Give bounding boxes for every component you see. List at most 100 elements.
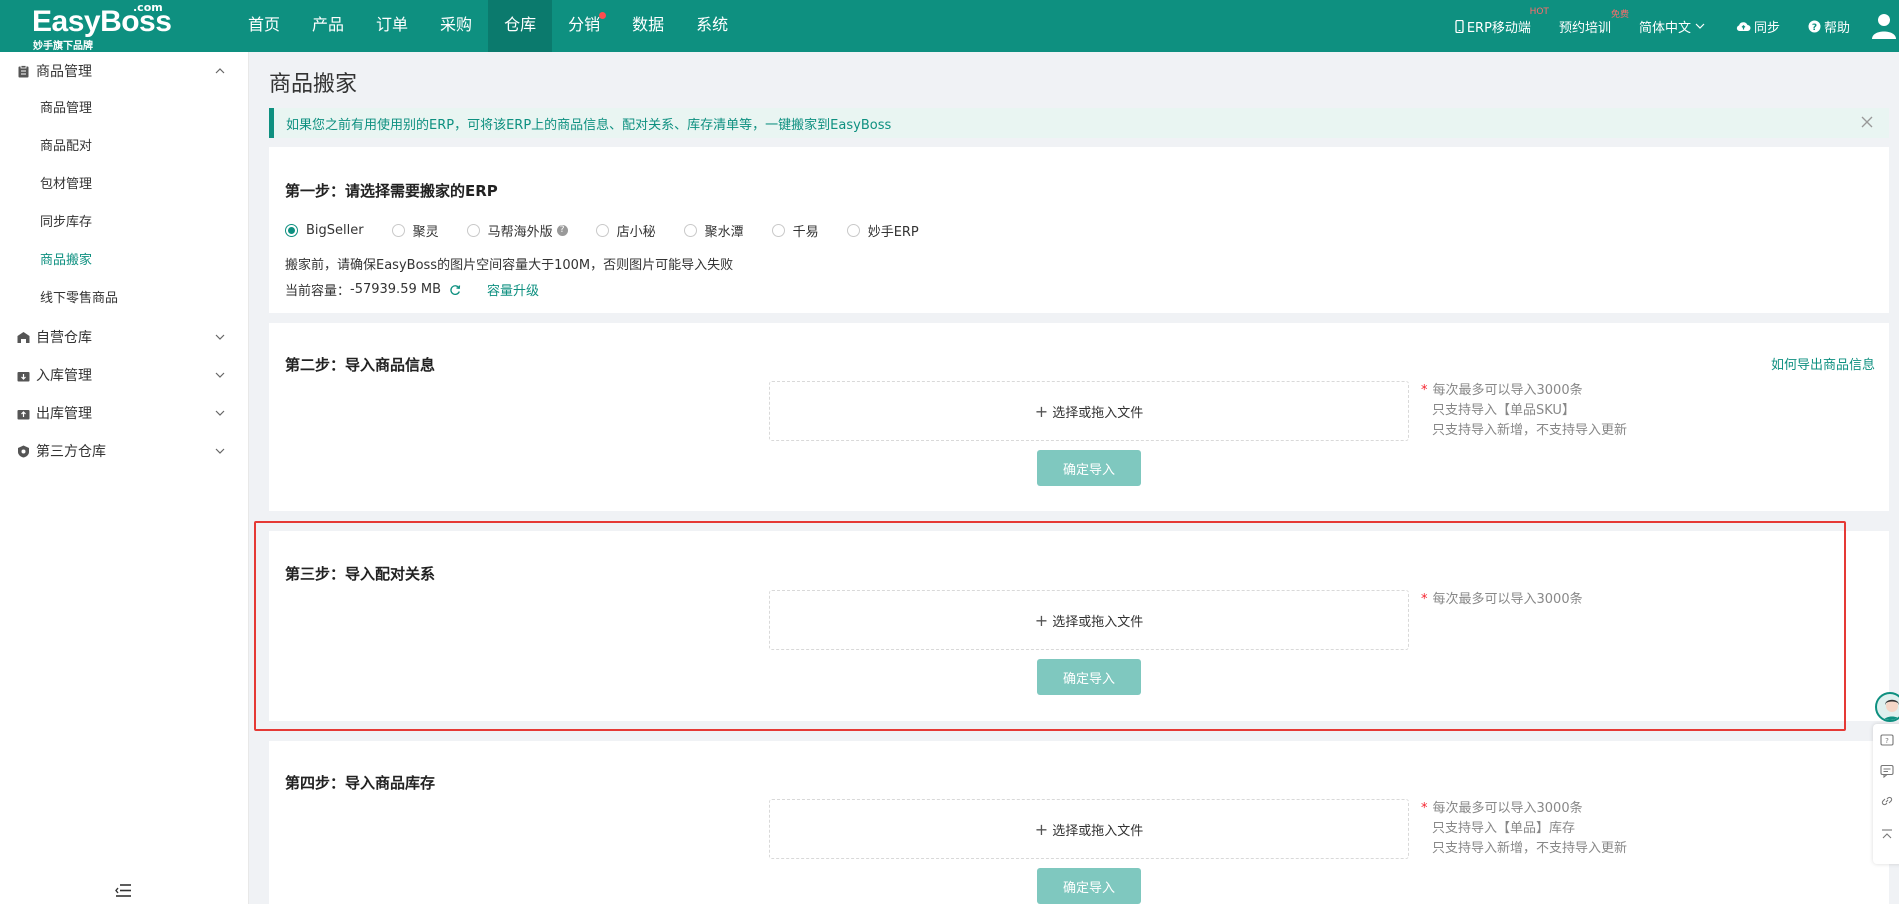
chat-help-icon[interactable]: ?: [1880, 734, 1894, 748]
sidebar-item-product-migration[interactable]: 商品搬家: [0, 242, 248, 280]
nav-item-products[interactable]: 产品: [296, 0, 360, 52]
alert-text: 如果您之前有用使用别的ERP，可将该ERP上的商品信息、配对关系、库存清单等，一…: [286, 118, 892, 133]
radio-dianxiaomi[interactable]: 店小秘: [595, 221, 656, 240]
language-select[interactable]: 简体中文: [1639, 17, 1708, 36]
tip-line: 只支持导入【单品】库存: [1432, 821, 1576, 836]
phone-icon: [1455, 19, 1464, 33]
sidebar-item-product-management[interactable]: 商品管理: [0, 90, 248, 128]
step1-title: 第一步：请选择需要搬家的ERP: [285, 182, 498, 200]
outbound-box-icon: [17, 409, 30, 419]
close-icon[interactable]: [1861, 116, 1873, 128]
sidebar-group-third-party-warehouse[interactable]: 第三方仓库: [0, 432, 248, 470]
radio-juling[interactable]: 聚灵: [391, 221, 439, 240]
required-star: *: [1421, 592, 1428, 607]
radio-label: 聚水潭: [704, 225, 744, 240]
file-upload-dropzone[interactable]: + 选择或拖入文件: [769, 381, 1409, 441]
nav-item-data[interactable]: 数据: [616, 0, 680, 52]
chevron-up-icon: [215, 68, 225, 74]
sidebar-group-product-management[interactable]: 商品管理: [0, 52, 248, 90]
radio-jushuitan[interactable]: 聚水潭: [683, 221, 744, 240]
how-to-export-link[interactable]: 如何导出商品信息: [1771, 354, 1875, 373]
radio-button-checked: [285, 224, 298, 237]
sidebar-group-label: 第三方仓库: [36, 444, 106, 460]
sidebar-group-label: 商品管理: [36, 64, 92, 80]
radio-mabang[interactable]: 马帮海外版?: [466, 221, 568, 240]
page-title: 商品搬家: [269, 72, 358, 97]
capacity-upgrade-link[interactable]: 容量升级: [487, 280, 539, 299]
radio-label: 聚灵: [412, 225, 439, 240]
sidebar-item-product-pairing[interactable]: 商品配对: [0, 128, 248, 166]
nav-right-tools: ERP移动端 HOT 预约培训 免费 简体中文 同步 ? 帮助: [1455, 0, 1899, 52]
import-tips: * 每次最多可以导入3000条 只支持导入【单品】库存 只支持导入新增，不支持导入…: [1421, 799, 1627, 859]
nav-item-orders[interactable]: 订单: [360, 0, 424, 52]
sidebar-group-outbound[interactable]: 出库管理: [0, 394, 248, 432]
confirm-import-button[interactable]: 确定导入: [1037, 659, 1141, 695]
brand-com: .com: [133, 1, 163, 14]
radio-label: 店小秘: [616, 225, 656, 240]
brand-logo[interactable]: EasyBoss .com 妙手旗下品牌: [30, 1, 175, 52]
user-avatar[interactable]: [1872, 13, 1899, 39]
customer-service-widget: ?: [1873, 688, 1899, 866]
nav-item-purchase[interactable]: 采购: [424, 0, 488, 52]
sidebar-item-sync-inventory[interactable]: 同步库存: [0, 204, 248, 242]
language-label: 简体中文: [1638, 20, 1691, 36]
sidebar: 商品管理 商品管理 商品配对 包材管理 同步库存 商品搬家 线下零售商品 自营仓…: [0, 52, 249, 904]
nav-item-system[interactable]: 系统: [680, 0, 744, 52]
plus-icon: +: [1034, 610, 1049, 630]
sidebar-item-packaging[interactable]: 包材管理: [0, 166, 248, 204]
capacity-label: 当前容量：: [285, 284, 351, 299]
confirm-import-button[interactable]: 确定导入: [1037, 450, 1141, 486]
mobile-erp-label: ERP移动端: [1466, 20, 1531, 36]
radio-miaoshou[interactable]: 妙手ERP: [846, 221, 919, 240]
step2-card: 第二步：导入商品信息 如何导出商品信息 + 选择或拖入文件 确定导入 * 每次最多…: [269, 323, 1889, 511]
warehouse-icon: [17, 331, 30, 343]
tip-line: 只支持导入【单品SKU】: [1432, 403, 1575, 418]
service-avatar[interactable]: [1875, 692, 1899, 722]
plus-icon: +: [1034, 819, 1049, 839]
sidebar-group-label: 出库管理: [36, 406, 92, 422]
back-to-top-icon[interactable]: [1880, 828, 1894, 842]
menu-collapse-icon[interactable]: [115, 883, 132, 898]
import-tips: * 每次最多可以导入3000条 只支持导入【单品SKU】 只支持导入新增，不支持导…: [1421, 381, 1627, 441]
migration-note: 搬家前，请确保EasyBoss的图片空间容量大于100M，否则图片可能导入失败: [285, 258, 734, 273]
radio-button: [771, 224, 785, 237]
step3-title: 第三步：导入配对关系: [285, 565, 436, 583]
link-icon[interactable]: [1880, 794, 1894, 808]
nav-item-distribution-label: 分销: [568, 15, 601, 34]
sidebar-group-inbound[interactable]: 入库管理: [0, 356, 248, 394]
radio-bigseller[interactable]: BigSeller: [285, 221, 364, 240]
nav-item-distribution[interactable]: 分销: [552, 0, 616, 52]
tip-line: 只支持导入新增，不支持导入更新: [1432, 423, 1628, 438]
svg-text:?: ?: [1885, 737, 1889, 745]
nav-item-warehouse[interactable]: 仓库: [488, 0, 553, 52]
tip-line: * 每次最多可以导入3000条: [1421, 381, 1627, 401]
sidebar-item-offline-retail[interactable]: 线下零售商品: [0, 280, 248, 318]
step4-title: 第四步：导入商品库存: [285, 774, 436, 792]
refresh-icon[interactable]: [449, 284, 461, 296]
chevron-down-icon: [215, 334, 225, 340]
question-circle-icon[interactable]: ?: [556, 225, 568, 236]
step3-card: 第三步：导入配对关系 + 选择或拖入文件 确定导入 * 每次最多可以导入3000条: [269, 531, 1889, 721]
confirm-import-button[interactable]: 确定导入: [1037, 868, 1141, 904]
sidebar-group-own-warehouse[interactable]: 自营仓库: [0, 318, 248, 356]
file-upload-dropzone[interactable]: + 选择或拖入文件: [769, 799, 1409, 859]
upload-label: 选择或拖入文件: [1052, 405, 1144, 421]
step1-card: 第一步：请选择需要搬家的ERP BigSeller 聚灵 马帮海外版? 店小秘 …: [269, 147, 1889, 313]
help-button[interactable]: ? 帮助: [1808, 17, 1850, 36]
notification-dot: [599, 12, 607, 19]
nav-item-home[interactable]: 首页: [232, 0, 296, 52]
radio-qianyi[interactable]: 千易: [771, 221, 819, 240]
training-label: 预约培训: [1558, 20, 1611, 36]
capacity-row: 当前容量： -57939.59 MB 容量升级: [285, 280, 539, 299]
sync-button[interactable]: 同步: [1736, 17, 1780, 36]
mobile-erp-link[interactable]: ERP移动端 HOT: [1455, 7, 1549, 36]
file-upload-dropzone[interactable]: + 选择或拖入文件: [769, 590, 1409, 650]
chevron-down-icon: [215, 372, 225, 378]
erp-radio-group: BigSeller 聚灵 马帮海外版? 店小秘 聚水潭 千易 妙手ERP: [285, 221, 947, 240]
main-content: 商品搬家 如果您之前有用使用别的ERP，可将该ERP上的商品信息、配对关系、库存…: [250, 52, 1899, 904]
import-tips: * 每次最多可以导入3000条: [1421, 590, 1583, 610]
message-icon[interactable]: [1880, 764, 1894, 778]
top-navbar: EasyBoss .com 妙手旗下品牌 首页 产品 订单 采购 仓库 分销 数…: [0, 0, 1899, 52]
tip-line: * 每次最多可以导入3000条: [1421, 590, 1583, 610]
training-link[interactable]: 预约培训 免费: [1558, 10, 1629, 36]
